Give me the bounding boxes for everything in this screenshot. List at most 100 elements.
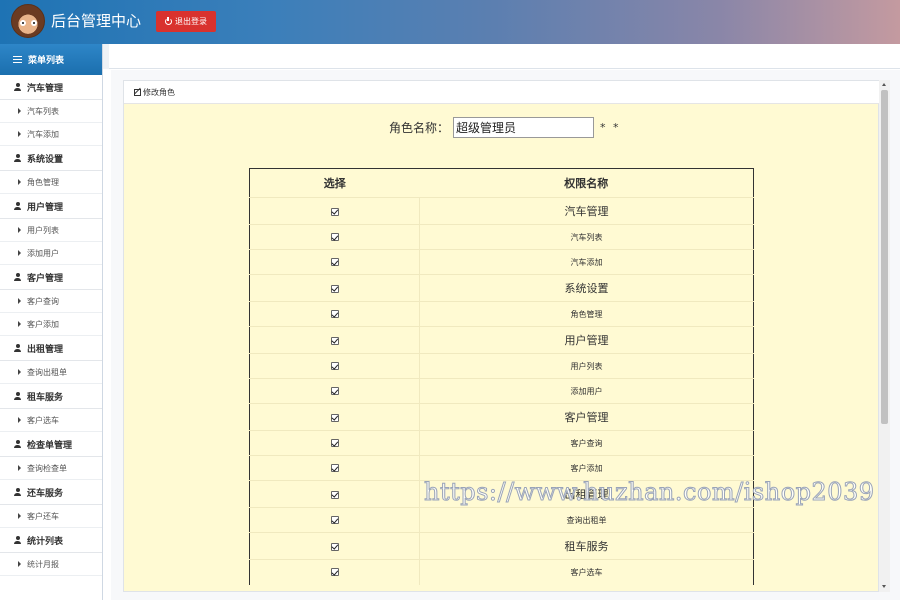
permission-checkbox[interactable]	[330, 413, 339, 422]
user-icon	[14, 202, 21, 210]
permission-name-cell: 用户列表	[419, 353, 754, 379]
sidebar-group-label: 用户管理	[27, 202, 64, 213]
sidebar-item[interactable]: 统计月报	[0, 553, 102, 576]
caret-right-icon	[18, 369, 21, 375]
sidebar-item[interactable]: 客户还车	[0, 505, 102, 528]
sidebar-group-label: 系统设置	[27, 154, 64, 165]
permission-checkbox[interactable]	[330, 439, 339, 447]
sidebar-group-label: 租车服务	[27, 392, 64, 403]
sidebar-item-label: 查询检查单	[27, 463, 67, 473]
scroll-down-arrow-icon[interactable]	[882, 585, 886, 588]
sidebar-group[interactable]: 检查单管理	[0, 432, 102, 457]
permission-checkbox[interactable]	[330, 284, 339, 293]
sidebar-group[interactable]: 统计列表	[0, 528, 102, 553]
caret-right-icon	[18, 131, 21, 137]
permission-checkbox[interactable]	[330, 258, 339, 266]
role-name-input[interactable]	[453, 117, 595, 138]
sidebar-item-label: 客户添加	[27, 319, 59, 329]
sidebar-item[interactable]: 汽车添加	[0, 123, 102, 146]
select-cell	[249, 224, 420, 250]
permission-checkbox[interactable]	[330, 542, 339, 551]
sidebar-item[interactable]: 客户添加	[0, 313, 102, 336]
table-row: 用户列表	[249, 353, 754, 379]
permission-checkbox[interactable]	[330, 362, 339, 370]
permission-checkbox[interactable]	[330, 207, 339, 216]
user-icon	[14, 83, 21, 91]
caret-right-icon	[18, 108, 21, 114]
permission-name-cell: 角色管理	[419, 301, 754, 327]
permission-name-cell: 客户查询	[419, 430, 754, 456]
main-top-bar	[103, 44, 900, 69]
table-row: 用户管理	[249, 326, 754, 354]
watermark-text: https://www.huzhan.com/ishop2039	[424, 478, 875, 507]
permission-checkbox[interactable]	[330, 516, 339, 524]
sidebar-item[interactable]: 汽车列表	[0, 100, 102, 123]
sidebar-group-label: 还车服务	[27, 488, 64, 499]
permission-checkbox[interactable]	[330, 233, 339, 241]
sidebar-item[interactable]: 角色管理	[0, 171, 102, 194]
sidebar-item[interactable]: 用户列表	[0, 219, 102, 242]
permission-checkbox[interactable]	[330, 387, 339, 395]
user-icon	[14, 154, 21, 162]
edit-role-panel: 修改角色 角色名称： * * 选择 权限名称 汽车管理汽车列表汽车添加系统设置角…	[123, 80, 880, 592]
sidebar-group-label: 统计列表	[27, 536, 64, 547]
table-row: 客户添加	[249, 455, 754, 481]
table-row: 添加用户	[249, 378, 754, 404]
app-title: 后台管理中心	[51, 12, 142, 30]
caret-right-icon	[18, 513, 21, 519]
sidebar: 菜单列表 汽车管理汽车列表 汽车添加系统设置角色管理用户管理用户列表添加用户客户管…	[0, 44, 103, 600]
permission-checkbox[interactable]	[330, 336, 339, 345]
table-row: 租车服务	[249, 532, 754, 560]
permission-name-cell: 系统设置	[419, 274, 754, 302]
select-cell	[249, 301, 420, 327]
sidebar-item[interactable]: 添加用户	[0, 242, 102, 265]
sidebar-item[interactable]: 客户选车	[0, 409, 102, 432]
permissions-table: 选择 权限名称 汽车管理 汽车列表 汽车添加 系统设置 角色管理 用户管理 用户列表 添加用户…	[249, 168, 754, 585]
sidebar-item-label: 客户查询	[27, 296, 59, 306]
sidebar-item-label: 添加用户	[27, 248, 59, 258]
select-cell	[249, 480, 420, 508]
sidebar-item[interactable]: 查询出租单	[0, 361, 102, 384]
power-icon	[165, 16, 172, 25]
permission-checkbox[interactable]	[330, 464, 339, 472]
table-row: 客户管理	[249, 403, 754, 431]
sidebar-group-label: 汽车管理	[27, 83, 64, 94]
menu-title: 菜单列表	[28, 56, 65, 66]
table-row: 查询出租单	[249, 507, 754, 533]
sidebar-item-label: 角色管理	[27, 177, 59, 187]
sidebar-group[interactable]: 汽车管理	[0, 75, 102, 100]
permission-name-cell: 用户管理	[419, 326, 754, 354]
user-icon	[14, 273, 21, 281]
sidebar-group[interactable]: 还车服务	[0, 480, 102, 505]
select-cell	[249, 403, 420, 431]
select-cell	[249, 197, 420, 225]
vertical-scrollbar[interactable]	[879, 80, 890, 592]
scroll-up-arrow-icon[interactable]	[882, 83, 886, 86]
permission-checkbox[interactable]	[330, 568, 339, 577]
sidebar-group[interactable]: 出租管理	[0, 336, 102, 361]
permission-name-cell: 客户选车	[419, 559, 754, 585]
menu-header: 菜单列表	[0, 44, 102, 75]
menu-groups: 汽车管理汽车列表 汽车添加系统设置角色管理用户管理用户列表添加用户客户管理客户查询…	[0, 75, 102, 576]
sidebar-item[interactable]: 查询检查单	[0, 457, 102, 480]
scrollbar-thumb[interactable]	[881, 90, 888, 424]
select-cell	[249, 430, 420, 456]
select-cell	[249, 249, 420, 275]
sidebar-group[interactable]: 客户管理	[0, 265, 102, 290]
sidebar-item[interactable]: 客户查询	[0, 290, 102, 313]
permission-checkbox[interactable]	[330, 310, 339, 318]
logout-button[interactable]: 退出登录	[156, 11, 216, 32]
sidebar-group[interactable]: 租车服务	[0, 384, 102, 409]
panel-title: 修改角色	[143, 87, 175, 97]
edit-icon	[134, 88, 141, 96]
sidebar-group-label: 出租管理	[27, 344, 64, 355]
permission-checkbox[interactable]	[330, 490, 339, 499]
select-cell	[249, 455, 420, 481]
caret-right-icon	[18, 179, 21, 185]
sidebar-group[interactable]: 系统设置	[0, 146, 102, 171]
select-cell	[249, 326, 420, 354]
table-row: 汽车列表	[249, 224, 754, 250]
caret-right-icon	[18, 321, 21, 327]
user-icon	[14, 392, 21, 400]
sidebar-group[interactable]: 用户管理	[0, 194, 102, 219]
